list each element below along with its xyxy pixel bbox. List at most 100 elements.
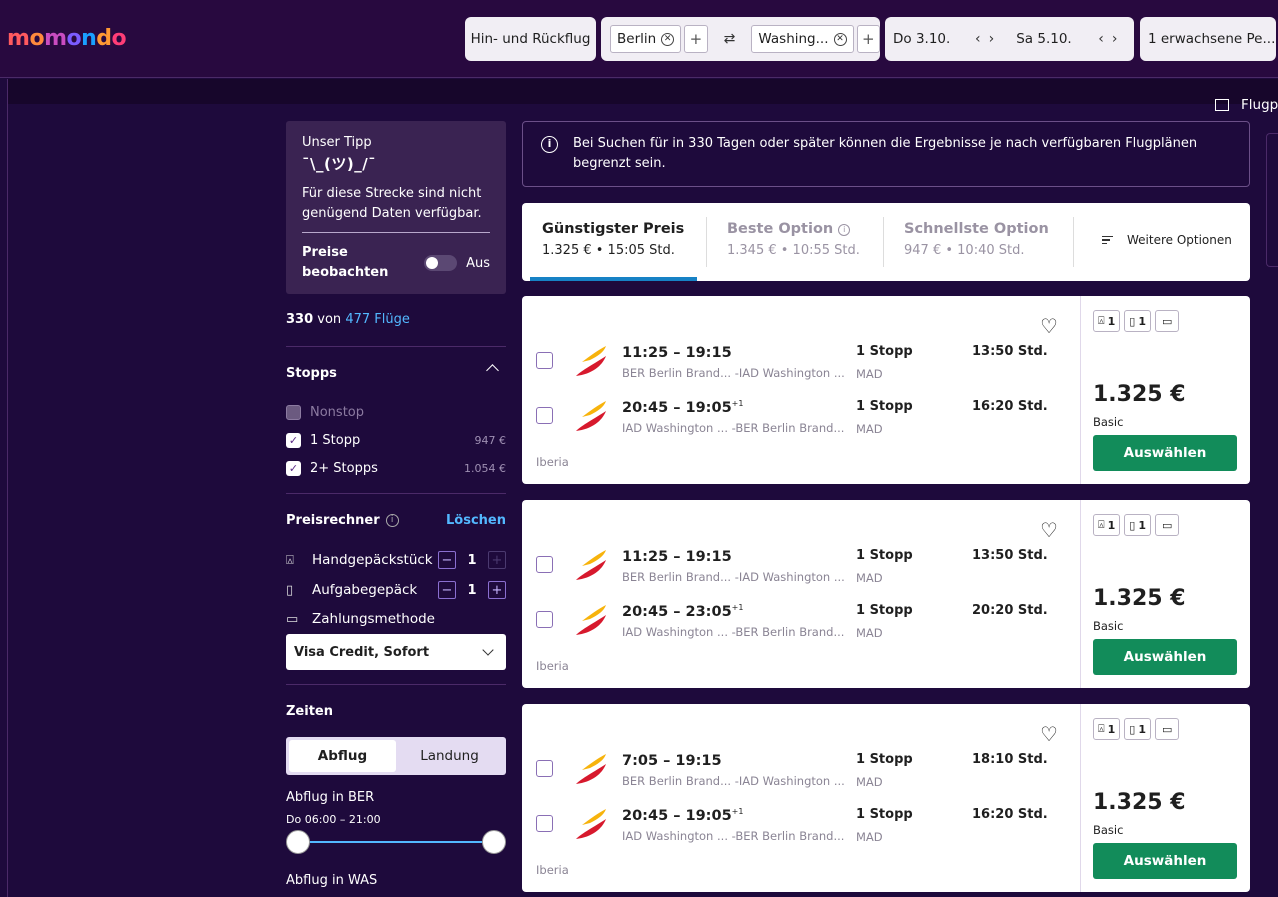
select-button[interactable]: Auswählen bbox=[1093, 435, 1237, 471]
payment-method-select[interactable]: Visa Credit, Sofort bbox=[286, 634, 506, 670]
carry-on-plus-button[interactable]: + bbox=[488, 551, 506, 569]
payment-badge[interactable]: ▭ bbox=[1154, 310, 1180, 332]
compare-checkbox[interactable] bbox=[536, 556, 553, 573]
tab-departure[interactable]: Abflug bbox=[289, 740, 396, 772]
stop-filter-one[interactable]: ✓ 1 Stopp 947 € bbox=[286, 433, 506, 448]
payment-badge[interactable]: ▭ bbox=[1154, 718, 1180, 740]
flight-leg: 11:25 – 19:15 BER Berlin Brand... -IAD W… bbox=[536, 548, 1066, 588]
sort-cheapest[interactable]: Günstigster Preis 1.325 € • 15:05 Std. bbox=[522, 203, 704, 281]
info-icon[interactable]: i bbox=[385, 514, 399, 527]
stop-filter-nonstop[interactable]: Nonstop bbox=[286, 405, 506, 420]
leg-duration: 13:50 Std. bbox=[972, 344, 1048, 359]
dep-ber-range: Do 06:00 – 21:00 bbox=[286, 813, 381, 826]
results-shown: 330 bbox=[286, 312, 314, 327]
prev-date-back-icon[interactable]: ‹ bbox=[1098, 31, 1104, 47]
carry-on-badge[interactable]: ⍓ 1 bbox=[1093, 718, 1121, 740]
tab-arrival[interactable]: Landung bbox=[396, 740, 503, 772]
momondo-logo[interactable]: momondo bbox=[7, 26, 127, 51]
collapse-stops-icon[interactable] bbox=[486, 364, 499, 377]
result-price: 1.325 € bbox=[1093, 382, 1186, 407]
destination-chip[interactable]: Washing... ✕ bbox=[751, 25, 854, 53]
more-sort-options-button[interactable]: Weitere Optionen bbox=[1102, 233, 1232, 247]
divider bbox=[286, 684, 506, 685]
sort-best[interactable]: Beste Option i 1.345 € • 10:55 Std. bbox=[707, 203, 880, 281]
carry-on-badge[interactable]: ⍓ 1 bbox=[1093, 310, 1121, 332]
compare-checkbox[interactable] bbox=[536, 760, 553, 777]
passenger-select[interactable]: 1 erwachsene Pe... bbox=[1140, 17, 1276, 61]
next-date-out-icon[interactable]: › bbox=[989, 31, 995, 47]
dep-ber-slider-min-handle[interactable] bbox=[286, 830, 310, 854]
clear-link[interactable]: Löschen bbox=[446, 513, 506, 528]
airline-name: Iberia bbox=[536, 659, 569, 673]
heart-icon[interactable]: ♡ bbox=[1040, 518, 1058, 542]
sort-fastest-label: Schnellste Option bbox=[904, 221, 1049, 237]
divider bbox=[286, 346, 506, 347]
heart-icon[interactable]: ♡ bbox=[1040, 314, 1058, 338]
add-destination-button[interactable]: + bbox=[856, 25, 880, 53]
leg-route: IAD Washington ... -BER Berlin Brand... bbox=[622, 829, 845, 843]
add-origin-button[interactable]: + bbox=[684, 25, 708, 53]
sort-fastest[interactable]: Schnellste Option 947 € • 10:40 Std. bbox=[884, 203, 1069, 281]
remove-destination-icon[interactable]: ✕ bbox=[833, 32, 847, 46]
one-stop-checkbox[interactable]: ✓ bbox=[286, 433, 301, 448]
info-icon[interactable]: i bbox=[838, 224, 851, 236]
result-card[interactable]: 7:05 – 19:15 BER Berlin Brand... -IAD Wa… bbox=[522, 704, 1250, 892]
checked-bag-badge[interactable]: ▯ 1 bbox=[1124, 718, 1151, 740]
compare-checkbox[interactable] bbox=[536, 611, 553, 628]
sort-best-value: 1.345 € • 10:55 Std. bbox=[727, 243, 860, 258]
compare-checkbox[interactable] bbox=[536, 352, 553, 369]
remove-origin-icon[interactable]: ✕ bbox=[661, 32, 675, 46]
carry-on-minus-button[interactable]: − bbox=[438, 551, 456, 569]
carry-on-badge[interactable]: ⍓ 1 bbox=[1093, 514, 1121, 536]
checked-bag-badge[interactable]: ▯ 1 bbox=[1124, 310, 1151, 332]
payment-badge[interactable]: ▭ bbox=[1154, 514, 1180, 536]
backpack-icon: ⍓ bbox=[286, 552, 294, 568]
result-card[interactable]: 11:25 – 19:15 BER Berlin Brand... -IAD W… bbox=[522, 500, 1250, 688]
active-sort-underline bbox=[530, 277, 697, 281]
select-button[interactable]: Auswählen bbox=[1093, 639, 1237, 675]
result-card[interactable]: 11:25 – 19:15 BER Berlin Brand... -IAD W… bbox=[522, 296, 1250, 484]
checked-bag-count: 1 bbox=[1138, 314, 1146, 328]
swap-icon[interactable]: ⇄ bbox=[724, 31, 736, 47]
results-total-link[interactable]: 477 Flüge bbox=[345, 312, 410, 327]
dep-ber-slider-track[interactable] bbox=[298, 841, 494, 843]
trip-type-select[interactable]: Hin- und Rückflug bbox=[465, 17, 596, 61]
checked-bag-row: ▯ Aufgabegepäck − 1 + bbox=[286, 581, 506, 599]
checked-bag-badge[interactable]: ▯ 1 bbox=[1124, 514, 1151, 536]
stop-filter-two-plus[interactable]: ✓ 2+ Stopps 1.054 € bbox=[286, 461, 506, 476]
heart-icon[interactable]: ♡ bbox=[1040, 722, 1058, 746]
dep-ber-slider-max-handle[interactable] bbox=[482, 830, 506, 854]
next-date-back-icon[interactable]: › bbox=[1112, 31, 1118, 47]
card-divider bbox=[1080, 296, 1081, 484]
checked-bag-plus-button[interactable]: + bbox=[488, 581, 506, 599]
fare-class: Basic bbox=[1093, 415, 1124, 429]
compare-checkbox[interactable] bbox=[536, 407, 553, 424]
checked-bag-minus-button[interactable]: − bbox=[438, 581, 456, 599]
nonstop-label: Nonstop bbox=[310, 405, 364, 420]
toggle-state: Aus bbox=[466, 255, 490, 271]
route-box: Berlin ✕ + ⇄ Washing... ✕ + bbox=[601, 17, 880, 61]
flight-leg: 20:45 – 23:05+1 IAD Washington ... -BER … bbox=[536, 603, 1066, 643]
leg-route: BER Berlin Brand... -IAD Washington ... bbox=[622, 774, 845, 788]
compare-checkbox[interactable] bbox=[536, 815, 553, 832]
origin-chip[interactable]: Berlin ✕ bbox=[610, 25, 682, 53]
date-back[interactable]: Sa 5.10. bbox=[1016, 31, 1094, 47]
leg-stops: 1 Stopp bbox=[856, 399, 913, 414]
payment-label: Zahlungsmethode bbox=[312, 611, 435, 627]
price-watch-toggle[interactable] bbox=[424, 255, 458, 271]
leg-duration: 16:20 Std. bbox=[972, 807, 1048, 822]
leg-duration: 16:20 Std. bbox=[972, 399, 1048, 414]
date-out[interactable]: Do 3.10. bbox=[893, 31, 971, 47]
flight-leg: 20:45 – 19:05+1 IAD Washington ... -BER … bbox=[536, 807, 1066, 847]
nonstop-checkbox[interactable] bbox=[286, 405, 301, 420]
flight-prediction-link[interactable]: Flugp bbox=[1215, 97, 1278, 113]
backpack-icon: ⍓ bbox=[1098, 722, 1105, 735]
prev-date-out-icon[interactable]: ‹ bbox=[975, 31, 981, 47]
two-plus-checkbox[interactable]: ✓ bbox=[286, 461, 301, 476]
airline-name: Iberia bbox=[536, 863, 569, 877]
select-button[interactable]: Auswählen bbox=[1093, 843, 1237, 879]
one-stop-label: 1 Stopp bbox=[310, 433, 361, 448]
times-heading: Zeiten bbox=[286, 704, 333, 719]
search-notice: i Bei Suchen für in 330 Tagen oder späte… bbox=[522, 121, 1250, 187]
stops-heading[interactable]: Stopps bbox=[286, 366, 337, 381]
